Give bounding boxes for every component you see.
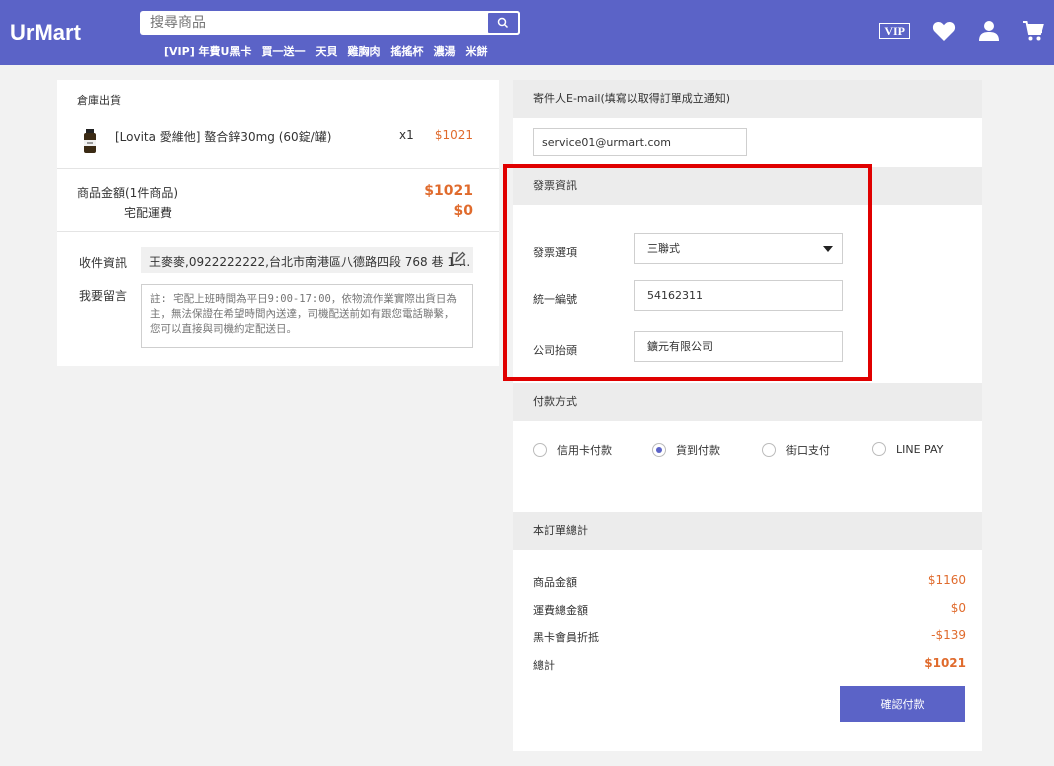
message-box [141,284,473,348]
hot-link[interactable]: 雞胸肉 [347,43,380,59]
invoice-type-select[interactable]: 三聯式 [634,233,843,264]
tax-id-field[interactable] [647,289,827,302]
user-icon[interactable] [978,20,1000,42]
checkout-panel: 寄件人E-mail(填寫以取得訂單成立通知) 發票資訊 發票選項 三聯式 統一編… [513,80,982,751]
radio-button[interactable] [533,443,547,457]
recipient-label: 收件資訊 [79,256,128,270]
payment-section-header: 付款方式 [513,383,982,421]
hot-link[interactable]: 買一送一 [261,43,305,59]
hot-search-links: [VIP] 年費U黑卡 買一送一 天貝 雞胸肉 搖搖杯 濃湯 米餅 [164,43,487,59]
subtotal-label: 商品金額(1件商品) [77,186,178,200]
hot-link[interactable]: 濃湯 [433,43,455,59]
search-bar [140,11,520,35]
payment-option-jkopay[interactable]: 街口支付 [762,442,830,458]
payment-option-cod[interactable]: 貨到付款 [652,442,720,458]
email-field[interactable] [533,128,747,156]
header-icons: VIP [879,20,1044,42]
top-header: UrMart [VIP] 年費U黑卡 買一送一 天貝 雞胸肉 搖搖杯 濃湯 米餅… [0,0,1054,65]
shipping-label: 宅配運費 [124,206,173,220]
payment-option-label: LINE PAY [896,442,944,456]
divider [57,231,499,232]
total-row-label: 黑卡會員折抵 [533,631,599,644]
search-icon [497,17,509,29]
total-row-value: $1160 [927,573,966,587]
payment-option-label: 街口支付 [786,444,830,457]
message-textarea[interactable] [142,285,472,347]
payment-option-credit-card[interactable]: 信用卡付款 [533,442,612,458]
payment-option-line-pay[interactable]: LINE PAY [872,442,943,456]
warehouse-label: 倉庫出貨 [77,94,121,107]
company-title-field-wrap [634,331,843,362]
company-title-label: 公司抬頭 [533,344,577,357]
payment-option-label: 貨到付款 [676,444,720,457]
radio-button[interactable] [872,442,886,456]
product-quantity: x1 [399,128,414,142]
hot-link[interactable]: 天貝 [315,43,337,59]
email-section-header: 寄件人E-mail(填寫以取得訂單成立通知) [513,80,982,118]
total-row-label: 總計 [533,659,555,672]
radio-button-selected[interactable] [652,443,666,457]
edit-icon[interactable] [450,251,466,267]
hot-link[interactable]: 米餅 [465,43,487,59]
product-name[interactable]: [Lovita 愛維他] 螯合鋅30mg (60錠/罐) [115,128,331,145]
message-label: 我要留言 [79,289,128,303]
tax-id-label: 統一編號 [533,293,577,306]
radio-button[interactable] [762,443,776,457]
cart-icon[interactable] [1022,20,1044,42]
total-row-value: $0 [950,601,966,615]
invoice-type-label: 發票選項 [533,246,577,259]
grand-total-value: $1021 [924,656,966,670]
recipient-info[interactable]: 王麥麥,0922222222,台北市南港區八德路四段 768 巷 1 ... [141,247,473,273]
total-row-value: -$139 [931,628,966,642]
hot-link[interactable]: [VIP] 年費U黑卡 [164,43,251,59]
caret-down-icon [823,246,833,252]
shipping-value: $0 [453,203,473,219]
product-thumbnail[interactable] [83,129,97,155]
total-row-label: 商品金額 [533,576,577,589]
confirm-payment-button[interactable]: 確認付款 [840,686,965,722]
search-input[interactable] [140,11,485,35]
invoice-section-header: 發票資訊 [513,167,982,205]
urmart-logo[interactable]: UrMart [10,20,81,46]
vip-badge[interactable]: VIP [879,23,910,39]
company-title-field[interactable] [647,339,827,353]
total-row-label: 運費總金額 [533,604,588,617]
recipient-text: 王麥麥,0922222222,台北市南港區八德路四段 768 巷 1 ... [149,255,471,269]
hot-link[interactable]: 搖搖杯 [390,43,423,59]
product-price: $1021 [434,128,473,142]
invoice-type-value: 三聯式 [647,242,680,255]
product-row: [Lovita 愛維他] 螯合鋅30mg (60錠/罐) x1 $1021 [57,114,499,169]
search-button[interactable] [486,11,520,35]
totals-section-header: 本訂單總計 [513,512,982,550]
tax-id-field-wrap [634,280,843,311]
heart-icon[interactable] [932,20,956,42]
order-items-panel: 倉庫出貨 [Lovita 愛維他] 螯合鋅30mg (60錠/罐) x1 $10… [57,80,499,366]
payment-option-label: 信用卡付款 [557,444,612,457]
subtotal-value: $1021 [424,183,473,199]
